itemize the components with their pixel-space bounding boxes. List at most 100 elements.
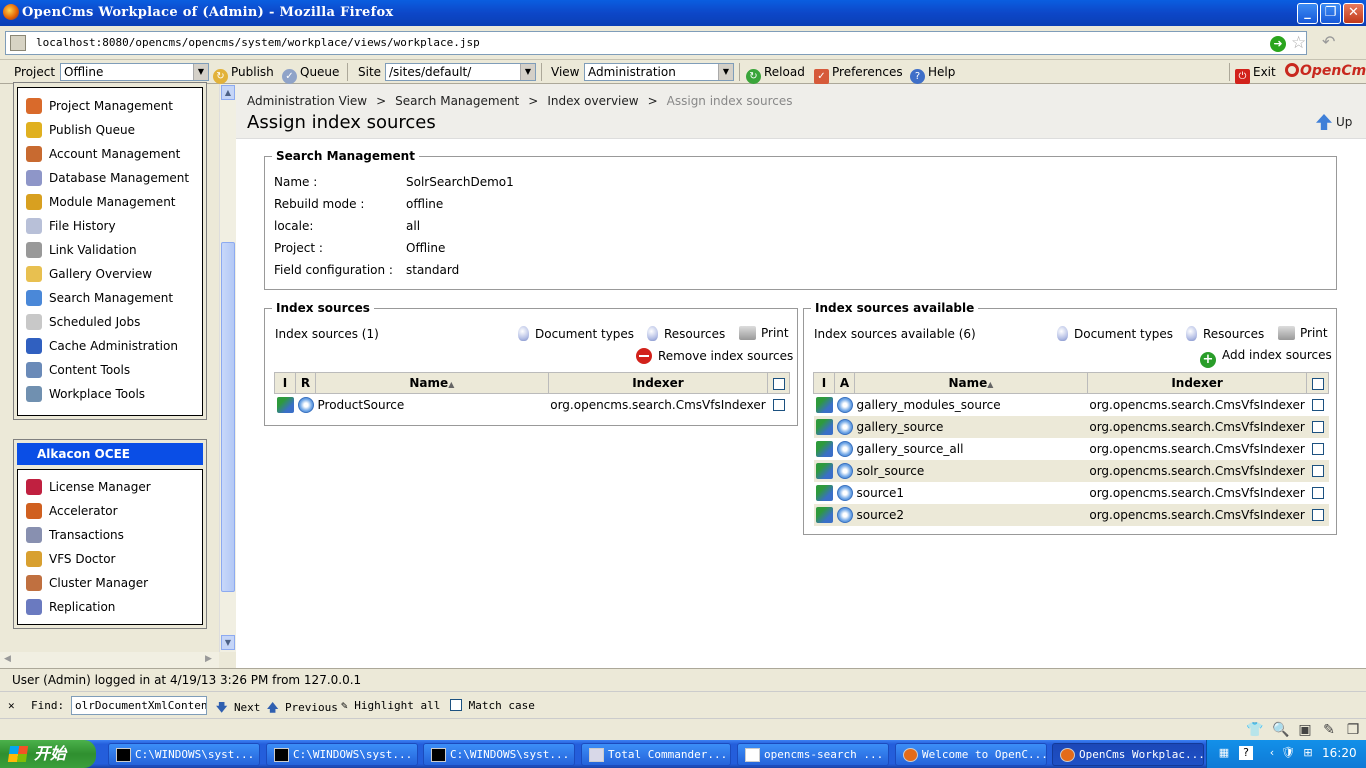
taskbar-item[interactable]: Total Commander...: [581, 743, 731, 766]
print-button[interactable]: Print: [1278, 326, 1328, 340]
history-dropdown-icon[interactable]: ↶: [1322, 32, 1335, 51]
nav-item-account-management[interactable]: Account Management: [26, 145, 180, 165]
close-find-icon[interactable]: ✕: [8, 699, 15, 712]
taskbar-item[interactable]: C:\WINDOWS\syst...: [266, 743, 418, 766]
nav-item-scheduled-jobs[interactable]: Scheduled Jobs: [26, 313, 140, 333]
index-source-icon[interactable]: [815, 506, 833, 523]
remove-index-sources-button[interactable]: Remove index sources: [636, 348, 793, 364]
column-header-indexer[interactable]: Indexer: [547, 372, 769, 394]
breadcrumb-index-overview[interactable]: Index overview: [547, 94, 638, 108]
site-select[interactable]: /sites/default/ ▼: [385, 63, 536, 81]
reload-button[interactable]: ↻ Reload: [746, 65, 805, 84]
security-icon[interactable]: 🛡: [1281, 746, 1295, 760]
column-header-a[interactable]: A: [834, 372, 855, 394]
help-button[interactable]: ? Help: [910, 65, 955, 84]
shirt-icon[interactable]: 👕: [1246, 722, 1263, 738]
scrollbar-thumb[interactable]: [221, 242, 235, 592]
nav-item-gallery-overview[interactable]: Gallery Overview: [26, 265, 152, 285]
nav-item-cache-administration[interactable]: Cache Administration: [26, 337, 178, 357]
site-identity-icon[interactable]: [10, 35, 26, 51]
nav-item-transactions[interactable]: Transactions: [26, 526, 124, 546]
view-select[interactable]: Administration ▼: [584, 63, 734, 81]
column-header-i[interactable]: I: [274, 372, 296, 394]
zoom-icon[interactable]: 🔍: [1272, 722, 1289, 738]
column-header-name[interactable]: Name▲: [315, 372, 549, 394]
select-all-checkbox[interactable]: [772, 377, 785, 390]
highlight-all-button[interactable]: ✎ Highlight all: [341, 699, 440, 712]
start-button[interactable]: 开始: [0, 740, 96, 768]
maximize-button[interactable]: ❐: [1320, 3, 1341, 24]
nav-item-link-validation[interactable]: Link Validation: [26, 241, 137, 261]
nav-item-cluster-manager[interactable]: Cluster Manager: [26, 574, 148, 594]
left-horizontal-scrollbar[interactable]: ◀ ▶: [0, 652, 219, 668]
add-source-icon[interactable]: [836, 484, 853, 501]
scroll-up-icon[interactable]: ▲: [221, 85, 235, 100]
nav-item-license-manager[interactable]: License Manager: [26, 478, 151, 498]
index-source-icon[interactable]: [815, 440, 833, 457]
taskbar-item[interactable]: OpenCms Workplac...: [1052, 743, 1204, 766]
project-select[interactable]: Offline ▼: [60, 63, 209, 81]
remove-source-icon[interactable]: [297, 396, 314, 413]
add-source-icon[interactable]: [836, 440, 853, 457]
keyboard-icon[interactable]: ▦: [1217, 746, 1231, 760]
left-scrollbar[interactable]: ▲ ▼: [219, 84, 236, 652]
taskbar-item[interactable]: C:\WINDOWS\syst...: [108, 743, 260, 766]
resources-button[interactable]: Resources: [1186, 326, 1264, 341]
row-checkbox[interactable]: [1311, 465, 1324, 477]
scroll-right-icon[interactable]: ▶: [205, 654, 212, 664]
taskbar-item[interactable]: Welcome to OpenC...: [895, 743, 1047, 766]
bookmark-star-icon[interactable]: ☆: [1291, 33, 1306, 53]
window-icon[interactable]: ❐: [1345, 722, 1361, 738]
match-case-option[interactable]: Match case: [450, 699, 535, 712]
find-next-button[interactable]: 🡇 Next: [216, 699, 260, 718]
document-types-button[interactable]: Document types: [1057, 326, 1173, 341]
nav-item-file-history[interactable]: File History: [26, 217, 116, 237]
url-field[interactable]: localhost:8080/opencms/opencms/system/wo…: [5, 31, 1307, 55]
nav-item-search-management[interactable]: Search Management: [26, 289, 173, 309]
taskbar-item[interactable]: opencms-search ...: [737, 743, 889, 766]
nav-item-content-tools[interactable]: Content Tools: [26, 361, 130, 381]
print-button[interactable]: Print: [739, 326, 789, 340]
nav-item-accelerator[interactable]: Accelerator: [26, 502, 118, 522]
find-previous-button[interactable]: 🡅 Previous: [267, 699, 338, 718]
nav-item-database-management[interactable]: Database Management: [26, 169, 189, 189]
publish-button[interactable]: ↻ Publish: [213, 65, 274, 84]
document-types-button[interactable]: Document types: [518, 326, 634, 341]
find-input[interactable]: olrDocumentXmlContent: [71, 696, 207, 715]
go-icon[interactable]: ➜: [1270, 36, 1286, 52]
scroll-down-icon[interactable]: ▼: [221, 635, 235, 650]
add-source-icon[interactable]: [836, 418, 853, 435]
row-checkbox[interactable]: [1311, 487, 1324, 499]
up-button[interactable]: Up: [1316, 114, 1352, 130]
column-header-indexer[interactable]: Indexer: [1086, 372, 1308, 394]
index-source-icon[interactable]: [815, 462, 833, 479]
add-source-icon[interactable]: [836, 462, 853, 479]
tray-expand-icon[interactable]: ‹: [1265, 746, 1279, 760]
exit-button[interactable]: ⏻ Exit: [1235, 65, 1276, 84]
nav-item-module-management[interactable]: Module Management: [26, 193, 176, 213]
scroll-left-icon[interactable]: ◀: [4, 654, 11, 664]
network-icon[interactable]: ⊞: [1301, 746, 1315, 760]
preferences-button[interactable]: ✓ Preferences: [814, 65, 903, 84]
minimize-button[interactable]: _: [1297, 3, 1318, 24]
row-checkbox[interactable]: [772, 399, 785, 412]
index-source-icon[interactable]: [276, 396, 294, 413]
nav-item-replication[interactable]: Replication: [26, 598, 115, 618]
breadcrumb-search-management[interactable]: Search Management: [395, 94, 519, 108]
nav-item-publish-queue[interactable]: Publish Queue: [26, 121, 135, 141]
row-checkbox[interactable]: [1311, 509, 1324, 521]
column-header-i[interactable]: I: [813, 372, 835, 394]
row-checkbox[interactable]: [1311, 399, 1324, 412]
add-source-icon[interactable]: [836, 396, 853, 413]
match-case-checkbox[interactable]: [450, 699, 462, 711]
nav-item-vfs-doctor[interactable]: VFS Doctor: [26, 550, 116, 570]
nav-item-workplace-tools[interactable]: Workplace Tools: [26, 385, 145, 405]
resources-button[interactable]: Resources: [647, 326, 725, 341]
column-header-name[interactable]: Name▲: [854, 372, 1088, 394]
add-index-sources-button[interactable]: + Add index sources: [1200, 348, 1332, 368]
nav-item-project-management[interactable]: Project Management: [26, 97, 173, 117]
index-source-icon[interactable]: [815, 484, 833, 501]
tools-icon[interactable]: ✎: [1321, 722, 1337, 738]
column-header-r[interactable]: R: [295, 372, 316, 394]
close-button[interactable]: ✕: [1343, 3, 1364, 24]
